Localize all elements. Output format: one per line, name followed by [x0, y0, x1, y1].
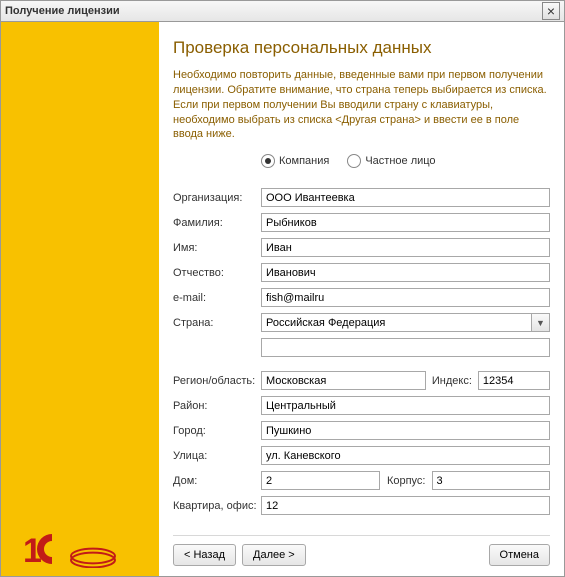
form: Компания Частное лицо Организация: Фамил…	[173, 154, 550, 531]
country-select[interactable]	[261, 313, 550, 332]
label-house: Дом:	[173, 475, 261, 487]
label-firstname: Имя:	[173, 242, 261, 254]
license-window: Получение лицензии × 1 Проверка персонал…	[0, 0, 565, 577]
radio-dot-icon	[261, 154, 275, 168]
radio-company-label: Компания	[279, 155, 329, 167]
intro-text: Необходимо повторить данные, введенные в…	[173, 68, 550, 142]
building-field[interactable]	[432, 471, 551, 490]
region-field[interactable]	[261, 371, 426, 390]
label-country: Страна:	[173, 317, 261, 329]
radio-individual-label: Частное лицо	[365, 155, 435, 167]
district-field[interactable]	[261, 396, 550, 415]
apartment-field[interactable]	[261, 496, 550, 515]
organization-field[interactable]	[261, 188, 550, 207]
page-title: Проверка персональных данных	[173, 38, 550, 58]
index-field[interactable]	[478, 371, 550, 390]
label-city: Город:	[173, 425, 261, 437]
label-street: Улица:	[173, 450, 261, 462]
label-district: Район:	[173, 400, 261, 412]
radio-company[interactable]: Компания	[261, 154, 329, 168]
label-patronymic: Отчество:	[173, 267, 261, 279]
label-email: e-mail:	[173, 292, 261, 304]
street-field[interactable]	[261, 446, 550, 465]
label-apartment: Квартира, офис:	[173, 500, 261, 512]
country-other-field	[261, 338, 550, 357]
house-field[interactable]	[261, 471, 380, 490]
wizard-buttons: < Назад Далее > Отмена	[173, 535, 550, 566]
radio-individual[interactable]: Частное лицо	[347, 154, 435, 168]
email-field[interactable]	[261, 288, 550, 307]
label-building: Корпус:	[380, 475, 432, 487]
close-icon[interactable]: ×	[542, 2, 560, 20]
titlebar: Получение лицензии ×	[1, 1, 564, 22]
entity-type-radios: Компания Частное лицо	[261, 154, 436, 168]
window-title: Получение лицензии	[5, 5, 120, 17]
side-panel: 1	[1, 22, 159, 576]
lastname-field[interactable]	[261, 213, 550, 232]
label-index: Индекс:	[426, 375, 478, 387]
radio-empty-icon	[347, 154, 361, 168]
city-field[interactable]	[261, 421, 550, 440]
cancel-button[interactable]: Отмена	[489, 544, 550, 566]
next-button[interactable]: Далее >	[242, 544, 306, 566]
logo-1c: 1	[23, 530, 119, 568]
label-region: Регион/область:	[173, 375, 261, 387]
patronymic-field[interactable]	[261, 263, 550, 282]
label-organization: Организация:	[173, 192, 261, 204]
label-lastname: Фамилия:	[173, 217, 261, 229]
firstname-field[interactable]	[261, 238, 550, 257]
back-button[interactable]: < Назад	[173, 544, 236, 566]
